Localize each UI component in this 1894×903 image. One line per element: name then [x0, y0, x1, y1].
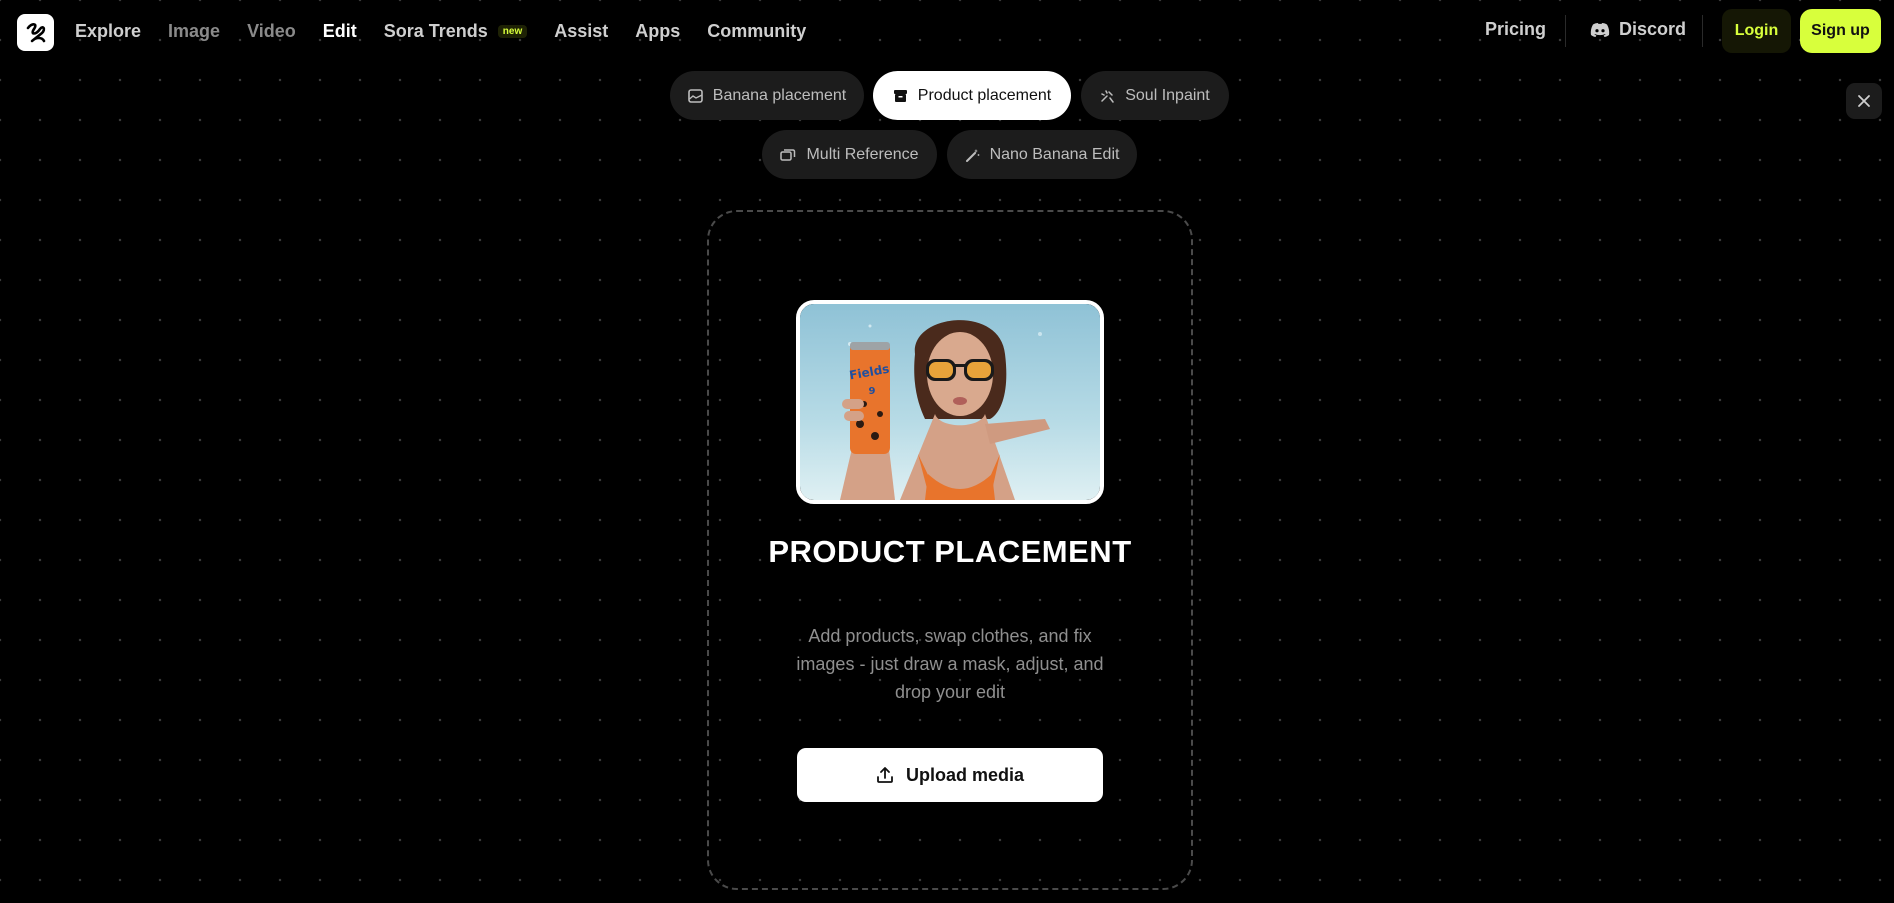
close-icon — [1858, 95, 1870, 107]
close-button[interactable] — [1846, 83, 1882, 119]
new-badge: new — [497, 24, 528, 38]
mode-product-placement[interactable]: Product placement — [873, 71, 1071, 120]
mode-label: Product placement — [917, 86, 1052, 104]
mode-label: Nano Banana Edit — [989, 145, 1120, 163]
mode-soul-inpaint[interactable]: Soul Inpaint — [1081, 71, 1229, 120]
divider — [1702, 15, 1703, 47]
page-title: PRODUCT PLACEMENT — [768, 534, 1132, 569]
mode-label: Multi Reference — [806, 145, 919, 163]
mode-label: Banana placement — [712, 86, 847, 104]
upload-icon — [877, 767, 893, 783]
signup-button[interactable]: Sign up — [1800, 9, 1881, 53]
logo-icon — [26, 22, 45, 42]
nav-image[interactable]: Image — [168, 21, 220, 42]
mode-label: Soul Inpaint — [1125, 86, 1210, 104]
layers-icon — [780, 148, 796, 161]
preview-image: Fields 9 — [796, 300, 1104, 504]
logo[interactable] — [17, 14, 54, 51]
page-description: Add products, swap clothes, and fix imag… — [796, 626, 1104, 702]
mode-nano-banana-edit[interactable]: Nano Banana Edit — [947, 130, 1137, 179]
upload-media-button[interactable]: Upload media — [797, 748, 1103, 802]
inpaint-icon — [1101, 89, 1114, 103]
mode-multi-reference[interactable]: Multi Reference — [762, 130, 937, 179]
nav-video[interactable]: Video — [247, 21, 296, 42]
nav-assist[interactable]: Assist — [554, 21, 608, 42]
nav-sora-trends-label: Sora Trends — [383, 20, 488, 41]
nav-discord[interactable]: Discord — [1590, 19, 1686, 40]
divider — [1565, 15, 1566, 47]
nav-apps[interactable]: Apps — [635, 21, 680, 42]
nav-edit[interactable]: Edit — [323, 21, 357, 42]
upload-media-label: Upload media — [905, 764, 1025, 785]
discord-icon — [1590, 22, 1610, 37]
login-button[interactable]: Login — [1722, 9, 1791, 53]
box-icon — [893, 89, 907, 102]
nav-explore[interactable]: Explore — [75, 21, 141, 42]
mode-banana-placement[interactable]: Banana placement — [670, 71, 864, 120]
nav-pricing[interactable]: Pricing — [1485, 19, 1546, 40]
nav-community[interactable]: Community — [707, 21, 806, 42]
discord-label: Discord — [1619, 19, 1687, 39]
magic-wand-icon — [965, 148, 979, 162]
nav-links: Explore Image Video Edit Sora Trends new… — [75, 0, 833, 62]
preview-illustration: Fields 9 — [800, 304, 1100, 500]
image-icon — [687, 88, 703, 103]
nav-sora-trends[interactable]: Sora Trends new — [384, 21, 528, 42]
top-navigation: Explore Image Video Edit Sora Trends new… — [0, 0, 1894, 62]
can-number-text: 9 — [869, 386, 876, 397]
